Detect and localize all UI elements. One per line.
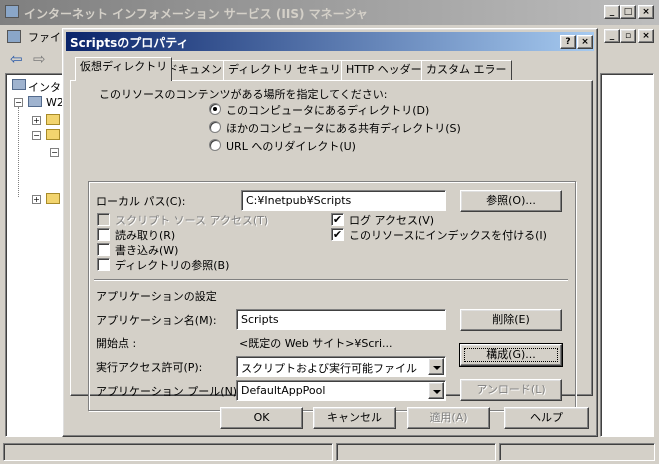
radio-share[interactable]	[209, 121, 221, 133]
app-settings-heading: アプリケーションの設定	[96, 290, 217, 303]
tab-custom-errors[interactable]: カスタム エラー	[421, 60, 512, 80]
close-icon[interactable]: ×	[638, 5, 654, 19]
tree-pane: インター − W2 + − − +	[5, 73, 72, 437]
status-cell	[336, 443, 496, 461]
tab-http-headers[interactable]: HTTP ヘッダー	[341, 60, 427, 80]
check-browse[interactable]	[97, 258, 110, 271]
local-path-label: ローカル パス(C):	[96, 195, 186, 208]
start-point-value: <既定の Web サイト>¥Scri...	[239, 337, 393, 350]
iis-app-icon	[5, 5, 19, 18]
content-source-label: このリソースのコンテンツがある場所を指定してください:	[99, 88, 388, 101]
forward-arrow-icon[interactable]: ⇨	[33, 50, 46, 68]
app-pool-value: DefaultAppPool	[241, 384, 326, 397]
app-pool-select[interactable]: DefaultAppPool	[236, 380, 446, 401]
start-point-label: 開始点 :	[96, 337, 137, 350]
app-name-label: アプリケーション名(M):	[96, 314, 217, 327]
maximize-icon[interactable]: □	[620, 5, 636, 19]
local-path-input[interactable]: C:¥Inetpub¥Scripts	[241, 190, 446, 211]
tree-line	[18, 107, 19, 197]
apply-button: 適用(A)	[407, 407, 490, 429]
check-write-label[interactable]: 書き込み(W)	[115, 242, 178, 258]
configure-button[interactable]: 構成(G)...	[459, 343, 563, 367]
remove-button[interactable]: 削除(E)	[460, 309, 562, 331]
check-browse-label[interactable]: ディレクトリの参照(B)	[115, 257, 229, 273]
dropdown-arrow-icon[interactable]	[428, 358, 444, 375]
check-index-label[interactable]: このリソースにインデックスを付ける(I)	[349, 227, 547, 243]
tab-virtual-directory[interactable]: 仮想ディレクトリ	[75, 57, 173, 81]
browse-button[interactable]: 参照(O)...	[460, 190, 562, 212]
app-name-input[interactable]: Scripts	[236, 309, 446, 330]
folder-icon	[46, 114, 60, 125]
local-path-group: ローカル パス(C): C:¥Inetpub¥Scripts 参照(O)... …	[88, 181, 576, 411]
main-window-title: インターネット インフォメーション サービス (IIS) マネージャ	[24, 7, 368, 21]
child-minimize-icon[interactable]: _	[604, 29, 620, 43]
help-icon[interactable]: ?	[560, 35, 576, 49]
check-index[interactable]: ✔	[331, 228, 344, 241]
child-restore-icon[interactable]: ▫	[620, 29, 636, 43]
ok-button[interactable]: OK	[220, 407, 303, 429]
computer-icon	[12, 79, 26, 90]
back-arrow-icon[interactable]: ⇦	[10, 50, 23, 68]
tree-expand-icon[interactable]: +	[32, 195, 41, 204]
radio-redirect[interactable]	[209, 139, 221, 151]
dialog-title: Scriptsのプロパティ	[70, 36, 189, 50]
tree-expand-icon[interactable]: +	[32, 116, 41, 125]
check-read-label[interactable]: 読み取り(R)	[115, 227, 175, 243]
tree-expand-icon[interactable]: −	[14, 98, 23, 107]
dialog-close-icon[interactable]: ×	[577, 35, 593, 49]
cancel-button[interactable]: キャンセル	[313, 407, 396, 429]
dialog-title-bar: Scriptsのプロパティ ? ×	[66, 32, 594, 51]
check-write[interactable]	[97, 243, 110, 256]
minimize-icon[interactable]: _	[604, 5, 620, 19]
check-script-source-label: スクリプト ソース アクセス(T)	[115, 214, 269, 227]
status-bar	[0, 440, 659, 464]
separator	[94, 279, 568, 281]
tree-collapse-icon[interactable]: −	[32, 131, 41, 140]
radio-redirect-label[interactable]: URL へのリダイレクト(U)	[226, 138, 356, 154]
menu-app-icon	[7, 30, 21, 43]
radio-share-label[interactable]: ほかのコンピュータにある共有ディレクトリ(S)	[226, 120, 461, 136]
exec-permission-select[interactable]: スクリプトおよび実行可能ファイル	[236, 356, 446, 377]
dropdown-arrow-icon[interactable]	[428, 382, 444, 399]
check-log-access[interactable]: ✔	[331, 213, 344, 226]
help-button[interactable]: ヘルプ	[504, 407, 589, 429]
main-title-bar: インターネット インフォメーション サービス (IIS) マネージャ _ □ ×	[0, 0, 659, 25]
radio-local-directory[interactable]	[209, 103, 221, 115]
folder-icon	[46, 129, 60, 140]
folder-icon	[46, 193, 60, 204]
exec-permission-value: スクリプトおよび実行可能ファイル	[241, 362, 417, 375]
check-script-source	[97, 213, 110, 226]
tree-collapse-icon[interactable]: −	[50, 148, 59, 157]
status-cell	[3, 443, 333, 461]
app-pool-label: アプリケーション プール(N):	[96, 385, 241, 398]
status-cell	[499, 443, 655, 461]
properties-dialog: Scriptsのプロパティ ? × 仮想ディレクトリ ドキュメント ディレクトリ…	[62, 28, 598, 437]
list-pane	[600, 73, 654, 437]
check-log-access-label[interactable]: ログ アクセス(V)	[349, 212, 434, 228]
exec-permission-label: 実行アクセス許可(P):	[96, 361, 203, 374]
child-close-icon[interactable]: ×	[638, 29, 654, 43]
server-icon	[28, 96, 42, 107]
radio-local-directory-label[interactable]: このコンピュータにあるディレクトリ(D)	[226, 102, 429, 118]
check-read[interactable]	[97, 228, 110, 241]
unload-button: アンロード(L)	[460, 379, 562, 401]
tab-panel: このリソースのコンテンツがある場所を指定してください: このコンピュータにあるデ…	[70, 80, 593, 411]
